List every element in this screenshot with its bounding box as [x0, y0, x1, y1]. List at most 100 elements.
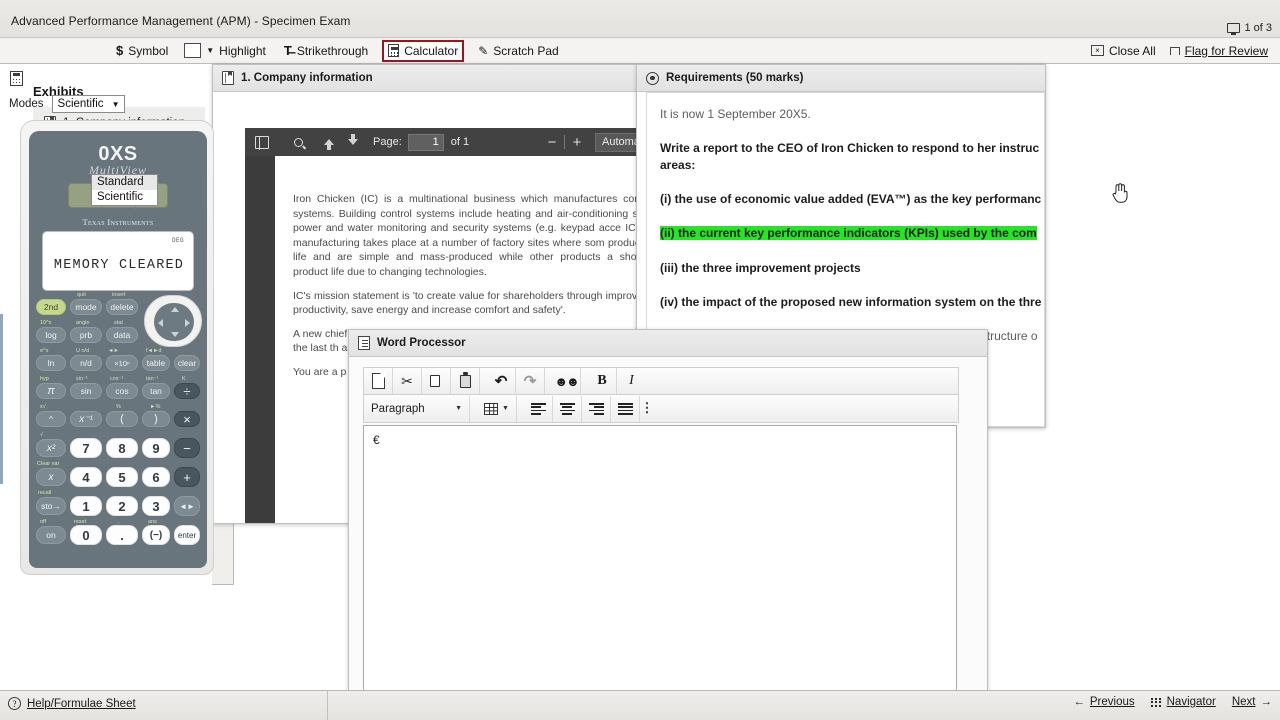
scratch-pad-button[interactable]: ✎ Scratch Pad [472, 40, 564, 62]
binoculars-icon: ☻☻ [554, 373, 579, 389]
pdf-sidebar-toggle-button[interactable] [245, 128, 279, 156]
copy-button[interactable] [422, 368, 451, 394]
next-button[interactable]: Next → [1232, 696, 1272, 708]
calc-key-8[interactable]: 8 [106, 438, 138, 458]
calculator-dpad[interactable] [144, 295, 202, 347]
dpad-right-icon[interactable] [185, 319, 190, 327]
align-left-button[interactable] [524, 395, 553, 422]
calc-key-5[interactable]: 5 [106, 467, 138, 487]
calc-key-9[interactable]: 9 [142, 438, 170, 458]
redo-button[interactable]: ↷ [516, 368, 545, 394]
calc-key-decimal[interactable]: . [106, 525, 138, 545]
calc-key-sin[interactable]: sin [70, 383, 102, 399]
pdf-zoom-select[interactable]: Automatic [595, 132, 636, 152]
pdf-find-button[interactable] [279, 128, 317, 156]
word-processor-body: ✂ ↶ ↷ ☻☻ B I Paragraph ▼ ▼ ⋮ € [349, 357, 987, 720]
paste-icon [459, 372, 471, 388]
highlight-button[interactable]: ▼ Highlight [178, 40, 272, 62]
calc-key-6[interactable]: 6 [142, 467, 170, 487]
calc-key-subtract[interactable]: − [174, 438, 200, 458]
align-justify-button[interactable] [611, 395, 640, 422]
calc-key-multiply[interactable]: × [174, 411, 200, 427]
calc-key-times-ten-power[interactable]: ×10ⁿ [106, 355, 138, 371]
navigator-button[interactable]: Navigator [1150, 696, 1216, 708]
paragraph-style-select[interactable]: Paragraph ▼ [364, 395, 470, 422]
calc-key-3[interactable]: 3 [142, 496, 170, 516]
find-replace-button[interactable]: ☻☻ [552, 368, 581, 394]
flag-for-review-button[interactable]: Flag for Review [1164, 40, 1274, 62]
requirements-panel-header[interactable]: Requirements (50 marks) [637, 65, 1045, 92]
calc-key-var[interactable]: x [36, 468, 66, 486]
align-right-button[interactable] [582, 395, 611, 422]
cut-button[interactable]: ✂ [393, 368, 422, 394]
dpad-down-icon[interactable] [171, 332, 179, 337]
more-options-button[interactable]: ⋮ [640, 396, 654, 422]
close-all-button[interactable]: × Close All [1085, 40, 1162, 62]
calc-key-delete[interactable]: delete [106, 299, 138, 315]
pdf-previous-page-button[interactable] [317, 128, 341, 156]
align-center-button[interactable] [553, 395, 582, 422]
calc-key-clear[interactable]: clear [174, 355, 200, 371]
display-text: MEMORY CLEARED [53, 258, 185, 273]
key-secondary-label: stat [114, 320, 123, 326]
toolbar-separator [480, 368, 487, 394]
calc-key-left-right[interactable]: ◄► [174, 496, 200, 516]
modes-option-standard[interactable]: Standard [92, 175, 157, 190]
calc-key-data[interactable]: data [106, 327, 138, 343]
modes-select[interactable]: Scientific ▼ [51, 95, 125, 113]
modes-option-scientific[interactable]: Scientific [92, 190, 157, 205]
calc-key-on[interactable]: on [36, 526, 66, 544]
calc-key-square[interactable]: x² [36, 439, 66, 457]
highlight-swatch-icon[interactable] [184, 43, 202, 58]
word-processor-text-area[interactable]: € [363, 425, 957, 720]
calc-key-power[interactable]: ^ [36, 411, 66, 427]
key-secondary-label: off [40, 519, 47, 525]
calc-key-1[interactable]: 1 [70, 496, 102, 516]
calc-key-negate[interactable]: (−) [142, 525, 170, 545]
help-formulae-sheet-button[interactable]: ? Help/Formulae Sheet [8, 697, 136, 710]
calc-key-pi[interactable]: π [36, 383, 66, 399]
undo-button[interactable]: ↶ [487, 368, 516, 394]
italic-button[interactable]: I [617, 368, 646, 394]
calc-key-cos[interactable]: cos [106, 383, 138, 399]
calc-key-fraction[interactable]: n/d [70, 355, 102, 371]
strikethrough-button[interactable]: T̶ Strikethrough [278, 40, 374, 62]
pdf-zoom-out-button[interactable]: − [542, 134, 562, 151]
paste-button[interactable] [451, 368, 480, 394]
chevron-down-icon[interactable]: ▼ [206, 46, 214, 55]
calc-key-enter[interactable]: enter [174, 525, 200, 545]
calc-key-divide[interactable]: ÷ [174, 383, 200, 399]
calc-key-store[interactable]: sto→ [36, 497, 66, 515]
dpad-up-icon[interactable] [171, 307, 179, 312]
pdf-zoom-in-button[interactable]: + [567, 134, 587, 151]
new-document-button[interactable] [364, 368, 393, 394]
grid-dots-icon [1150, 697, 1162, 707]
dpad-left-icon[interactable] [158, 319, 163, 327]
calc-key-prb[interactable]: prb [70, 327, 102, 343]
calc-key-mode[interactable]: mode [70, 299, 102, 315]
calc-key-add[interactable]: + [174, 467, 200, 487]
calc-key-log[interactable]: log [36, 327, 66, 343]
calc-key-7[interactable]: 7 [70, 438, 102, 458]
calc-key-open-paren[interactable]: ( [106, 411, 138, 427]
calculator-button[interactable]: Calculator [382, 39, 465, 62]
calc-key-2[interactable]: 2 [106, 496, 138, 516]
pdf-next-page-button[interactable] [341, 128, 365, 156]
calc-key-ln[interactable]: ln [36, 355, 66, 371]
calc-key-0[interactable]: 0 [70, 525, 102, 545]
calc-key-close-paren[interactable]: ) [142, 411, 170, 427]
calc-key-tan[interactable]: tan [142, 383, 170, 399]
previous-button[interactable]: ← Previous [1073, 696, 1134, 708]
exhibit-panel-header[interactable]: 1. Company information [213, 65, 636, 92]
word-processor-header[interactable]: Word Processor [349, 330, 987, 357]
symbol-button[interactable]: $ Symbol [110, 40, 174, 62]
modes-dropdown-list[interactable]: Standard Scientific [91, 174, 158, 206]
calc-key-2nd[interactable]: 2nd [36, 299, 66, 315]
pdf-page-input[interactable]: 1 [407, 133, 444, 151]
insert-table-button[interactable]: ▼ [477, 395, 517, 422]
calc-key-4[interactable]: 4 [70, 467, 102, 487]
dpad-inner[interactable] [154, 303, 194, 341]
calc-key-reciprocal[interactable]: x⁻¹ [70, 411, 102, 427]
calc-key-table[interactable]: table [142, 355, 170, 371]
bold-button[interactable]: B [588, 368, 617, 394]
